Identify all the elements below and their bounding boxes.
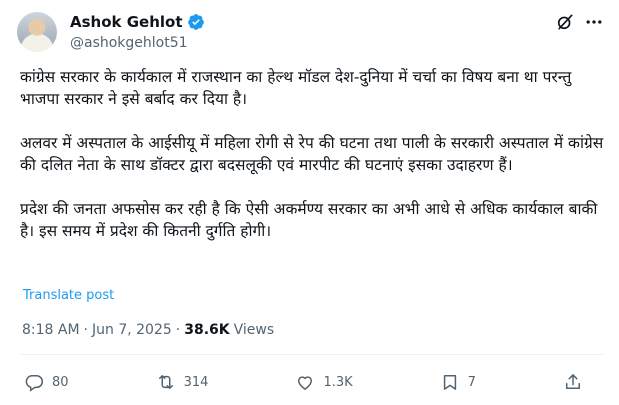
author-handle[interactable]: @ashokgehlot51 [70, 35, 188, 51]
action-bar: 80 314 1.3K 7 [24, 370, 583, 394]
like-button[interactable]: 1.3K [295, 372, 353, 392]
avatar[interactable] [17, 12, 57, 52]
share-icon [565, 374, 580, 389]
repost-icon [158, 375, 173, 389]
repost-count: 314 [183, 374, 209, 390]
divider [20, 354, 605, 355]
post-time[interactable]: 8:18 AM [22, 322, 80, 338]
more-icon[interactable] [583, 12, 605, 32]
author-name-row: Ashok Gehlot [70, 13, 205, 31]
author-name[interactable]: Ashok Gehlot [70, 13, 183, 31]
post-paragraph: अलवर में अस्पताल के आईसीयू में महिला रोग… [20, 134, 604, 174]
repost-button[interactable]: 314 [156, 372, 209, 392]
share-button[interactable] [563, 372, 583, 392]
views-count: 38.6K [184, 322, 230, 338]
meta-separator: · [83, 322, 88, 338]
post-card: Ashok Gehlot @ashokgehlot51 कांग्रेस सरक… [0, 0, 619, 405]
post-paragraph: कांग्रेस सरकार के कार्यकाल में राजस्थान … [20, 68, 572, 108]
reply-button[interactable]: 80 [24, 372, 69, 392]
post-text: कांग्रेस सरकार के कार्यकाल में राजस्थान … [20, 66, 605, 264]
verified-badge-icon [187, 14, 204, 30]
post-meta: 8:18 AM · Jun 7, 2025 · 38.6K Views [22, 322, 274, 338]
bookmark-count: 7 [467, 374, 476, 390]
post-paragraph: प्रदेश की जनता अफसोस कर रही है कि ऐसी अक… [20, 200, 598, 240]
reply-count: 80 [52, 374, 69, 390]
reply-icon [25, 375, 44, 392]
post-header: Ashok Gehlot @ashokgehlot51 [17, 8, 605, 56]
like-count: 1.3K [323, 374, 353, 390]
grok-icon[interactable] [555, 12, 575, 32]
bookmark-icon [443, 375, 456, 390]
translate-post-link[interactable]: Translate post [23, 288, 114, 303]
post-date[interactable]: Jun 7, 2025 [92, 322, 172, 338]
views-label: Views [233, 322, 275, 338]
like-icon [298, 376, 313, 390]
bookmark-button[interactable]: 7 [440, 372, 476, 392]
meta-separator: · [175, 322, 181, 338]
